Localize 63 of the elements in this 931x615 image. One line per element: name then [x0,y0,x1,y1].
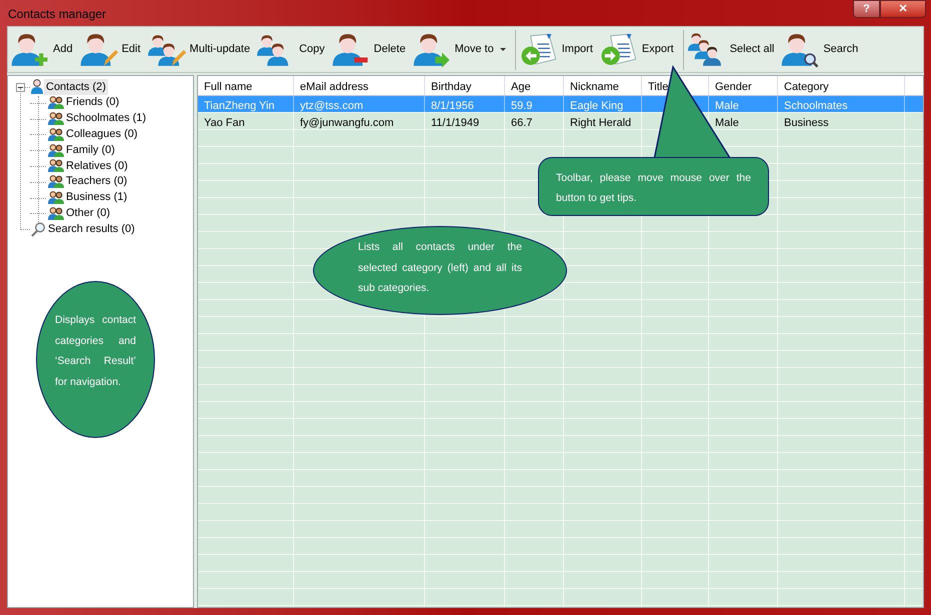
table-cell: Right Herald [570,117,632,129]
import-document-icon [518,32,559,68]
tree-item[interactable]: Business (1) [64,189,130,206]
group-icon [48,159,64,172]
table-cell: fy@junwangfu.com [300,117,394,129]
search-icon [30,222,46,237]
export-document-icon [598,32,639,68]
table-cell: 66.7 [511,117,532,129]
table-cell: 59.9 [511,100,532,112]
column-header[interactable]: Category [778,76,905,95]
toolbar-button[interactable]: Delete [330,28,412,72]
group-icon [48,96,64,110]
person-icon [30,79,44,94]
add-user-icon [10,32,50,68]
table-cell: Yao Fan [204,117,245,129]
tree-item[interactable]: Other (0) [64,205,112,222]
toolbar-button[interactable]: Move to [412,28,512,72]
toolbar-button[interactable]: Copy [256,28,331,72]
toolbar-button[interactable]: Import [518,28,599,72]
group-icon [48,175,64,188]
group-icon [48,144,64,157]
callout-text: Displays contact categories and ‘Search Result’ for navigation. [55,313,136,390]
table-cell: TianZheng Yin [204,100,275,112]
table-cell: 11/1/1949 [431,117,480,129]
tree-item[interactable]: Family (0) [64,142,117,158]
column-header[interactable]: Age [505,76,564,95]
tree-item[interactable]: Friends (0) [64,94,122,111]
search-user-icon [780,32,820,68]
toolbar-button[interactable]: Search [780,28,864,72]
window-title: Contacts manager [8,6,106,23]
tree-item[interactable]: Teachers (0) [64,173,130,190]
table-cell: Male [715,117,739,129]
column-header[interactable]: Birthday [425,76,505,95]
table-cell: Eagle King [570,100,624,112]
column-header[interactable]: Gender [709,76,778,95]
callout-text: Lists all contacts under the selected category (left) and all its sub categories. [358,240,522,296]
tree-item[interactable]: Search results (0) [46,220,137,238]
callout-text: Toolbar, please move mouse over the button to get tips. [556,171,751,206]
tree-item[interactable]: Contacts (2) [44,78,108,96]
table-cell: Male [715,100,739,112]
column-header[interactable]: Nickname [564,76,642,95]
toolbar-button[interactable]: Export [598,28,680,72]
tree-item[interactable]: Schoolmates (1) [64,110,148,127]
toolbar-button[interactable]: Edit [78,28,147,72]
group-icon [48,112,64,125]
tree-item[interactable]: Relatives (0) [64,158,130,174]
toolbar-button[interactable]: Add [10,28,79,72]
table-cell: Business [784,117,829,129]
tree-item[interactable]: Colleagues (0) [64,126,140,143]
toolbar-button[interactable]: Select all [686,28,780,72]
column-header[interactable]: eMail address [294,76,425,95]
table-cell: Schoolmates [784,100,848,112]
move-user-icon [412,32,452,68]
collapse-toggle[interactable] [16,83,25,92]
table-cell: ytz@tss.com [300,100,364,112]
table-cell: 8/1/1956 [431,100,474,112]
edit-user-icon [78,32,119,68]
close-button[interactable]: ✕ [880,0,926,18]
group-icon [48,206,64,220]
group-icon [48,128,64,141]
toolbar-button[interactable]: Multi-update [146,28,256,72]
column-header[interactable]: Full name [198,76,294,95]
group-icon [48,190,64,204]
